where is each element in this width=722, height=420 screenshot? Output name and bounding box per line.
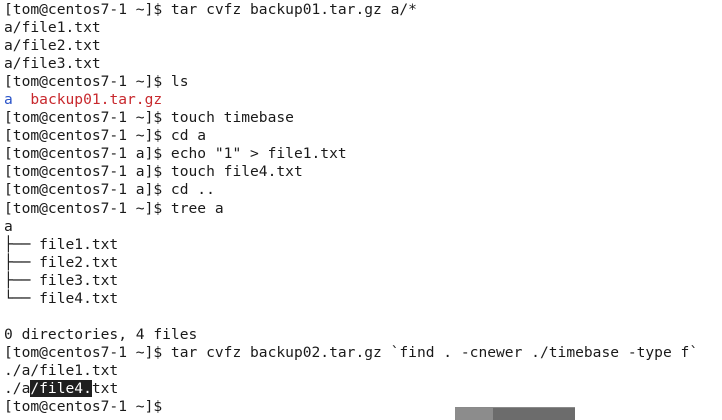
line-text: txt [91,379,119,397]
terminal-line: [tom@centos7-1 ~]$ tree a [4,200,698,218]
line-text: [tom@centos7-1 ~]$ tar cvfz backup02.tar… [4,343,699,361]
terminal-line: ./a/file1.txt [4,362,698,380]
terminal-line: a/file1.txt [4,19,698,37]
terminal-line: [tom@centos7-1 ~]$ cd a [4,127,698,145]
terminal-line: ├── file2.txt [4,254,698,272]
line-text: [tom@centos7-1 ~]$ tar cvfz backup01.tar… [4,1,417,18]
terminal-window[interactable]: [tom@centos7-1 ~]$ tar cvfz backup01.tar… [0,0,722,420]
terminal-line: ├── file3.txt [4,272,698,290]
line-text: ├── file3.txt [4,271,119,289]
terminal-line: [tom@centos7-1 a]$ echo "1" > file1.txt [4,145,698,163]
horizontal-scrollbar[interactable] [455,407,575,420]
terminal-line: [tom@centos7-1 ~]$ tar cvfz backup01.tar… [4,1,698,19]
line-text: a/file1.txt [4,19,101,37]
line-text: ./a/file1.txt [4,361,119,379]
terminal-line: 0 directories, 4 files [4,326,698,344]
archive-entry: backup01.tar.gz [30,91,163,109]
line-text: [tom@centos7-1 ~]$ touch timebase [4,109,294,127]
line-text: [tom@centos7-1 ~]$ tree a [4,199,224,217]
terminal-line: a/file2.txt [4,37,698,55]
terminal-line: [tom@centos7-1 a]$ cd .. [4,181,698,199]
line-text: a [4,217,13,235]
directory-entry: a [4,91,13,109]
line-text: [tom@centos7-1 ~]$ cd a [4,127,207,145]
terminal-line: [tom@centos7-1 ~]$ touch timebase [4,109,698,127]
text-selection: /file4. [30,379,92,397]
terminal-output[interactable]: [tom@centos7-1 ~]$ tar cvfz backup01.tar… [4,1,698,416]
line-text: ├── file1.txt [4,235,119,253]
terminal-line: ├── file1.txt [4,236,698,254]
terminal-line: [tom@centos7-1 ~]$ tar cvfz backup02.tar… [4,344,698,362]
line-text: [tom@centos7-1 a]$ touch file4.txt [4,163,303,181]
terminal-line: a [4,218,698,236]
line-text: [tom@centos7-1 a]$ cd .. [4,181,215,199]
line-text: [tom@centos7-1 a]$ echo "1" > file1.txt [4,145,347,163]
line-text: a/file2.txt [4,37,101,55]
terminal-line: [tom@centos7-1 ~]$ ls [4,73,698,91]
terminal-line: a/file3.txt [4,55,698,73]
terminal-line: ./a/file4.txt [4,379,698,398]
line-text: ./a [4,379,31,397]
terminal-cursor [173,398,182,414]
scrollbar-thumb[interactable] [455,408,493,420]
line-text [13,91,31,108]
terminal-line: a backup01.tar.gz [4,91,698,109]
line-text: ├── file2.txt [4,253,119,271]
line-text: a/file3.txt [4,55,101,73]
terminal-line: └── file4.txt [4,290,698,308]
line-text: [tom@centos7-1 ~]$ [4,398,171,416]
terminal-line: [tom@centos7-1 a]$ touch file4.txt [4,163,698,181]
line-text: └── file4.txt [4,289,119,307]
line-text: [tom@centos7-1 ~]$ ls [4,73,189,91]
line-text: 0 directories, 4 files [4,325,198,343]
terminal-line: [tom@centos7-1 ~]$ [4,398,698,416]
